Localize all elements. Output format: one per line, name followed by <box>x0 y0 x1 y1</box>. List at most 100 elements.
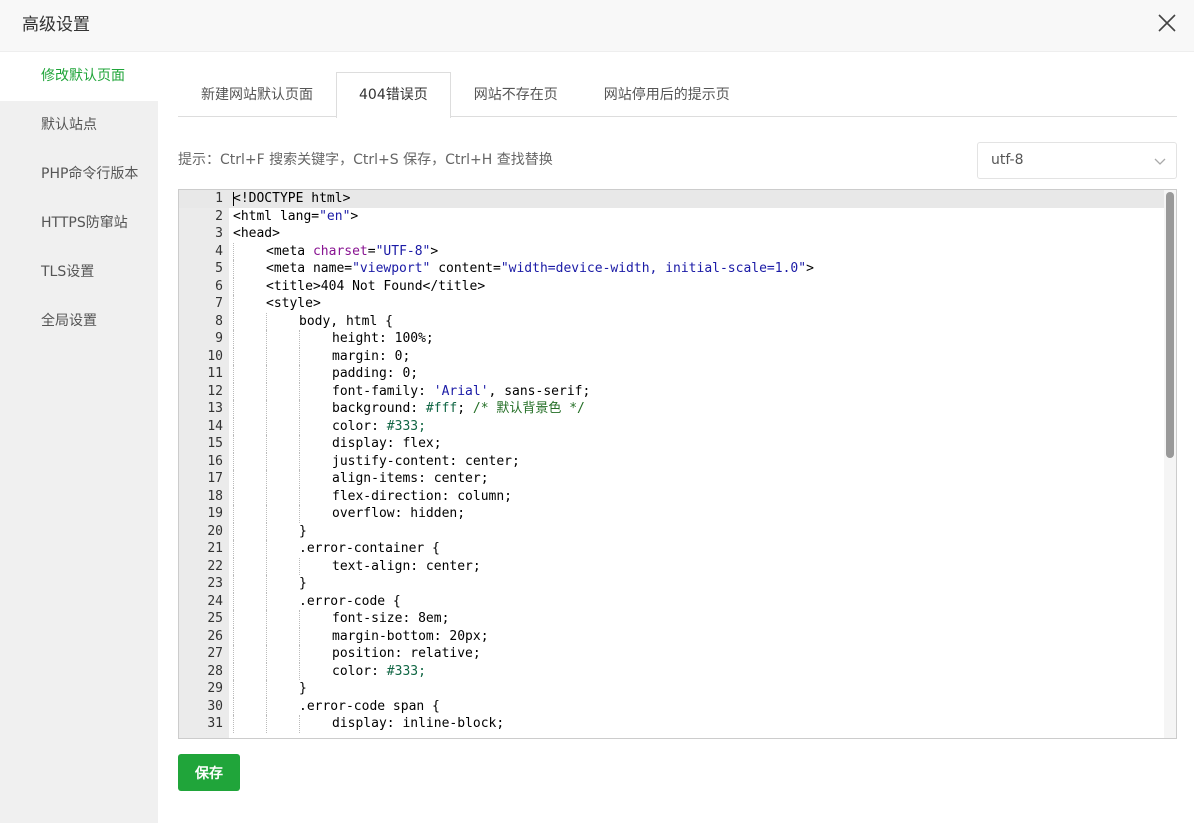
vertical-scrollbar[interactable] <box>1164 190 1176 738</box>
indent-guide <box>233 312 234 330</box>
indent-guide <box>266 312 267 330</box>
code-token: <meta name= <box>266 261 353 276</box>
code-token: > <box>806 261 814 276</box>
line-number: 23 <box>207 576 223 591</box>
code-token: 'Arial' <box>433 383 489 399</box>
indent-guide <box>233 557 234 575</box>
line-number: 9 <box>215 331 223 346</box>
indent-guide <box>266 662 267 680</box>
indent-guide <box>299 645 300 663</box>
indent-guide <box>299 715 300 733</box>
code-token: } <box>299 576 307 591</box>
code-editor[interactable]: 1 <!DOCTYPE html> 2 <html lang="en"> 3 <head>… <box>178 189 1177 739</box>
indent-guide <box>233 400 234 418</box>
line-number: 12 <box>207 383 223 399</box>
close-button[interactable] <box>1156 12 1178 34</box>
code-area[interactable]: 1 <!DOCTYPE html> 2 <html lang="en"> 3 <head>… <box>179 190 1164 738</box>
indent-guide <box>233 592 234 610</box>
sidebar-item-0[interactable]: 修改默认页面 <box>0 52 158 101</box>
code-token: "en" <box>319 208 351 224</box>
code-line: 12 font-family: 'Arial', sans-serif; <box>179 382 1164 400</box>
code-token: = <box>367 243 376 259</box>
code-line: 13 background: #fff; /* 默认背景色 */ <box>179 400 1164 418</box>
code-token: .error-container { <box>299 541 440 556</box>
indent-guide <box>266 610 267 628</box>
code-token: font-size: 8em; <box>332 611 450 626</box>
code-token: margin: 0; <box>332 348 411 364</box>
indent-guide <box>233 610 234 628</box>
code-text: display: flex; <box>332 435 442 453</box>
code-text: background: #fff; /* 默认背景色 */ <box>332 400 585 418</box>
code-token: <title>404 Not Found</title> <box>266 278 486 294</box>
code-text: display: inline-block; <box>332 715 504 733</box>
line-number: 1 <box>215 191 223 206</box>
indent-guide <box>266 557 267 575</box>
sidebar-item-3[interactable]: HTTPS防窜站 <box>0 199 158 248</box>
sidebar-item-2[interactable]: PHP命令行版本 <box>0 150 158 199</box>
code-line: 7 <style> <box>179 295 1164 313</box>
indent-guide <box>233 347 234 365</box>
indent-guide <box>266 715 267 733</box>
tab-1[interactable]: 404错误页 <box>336 72 451 118</box>
encoding-select[interactable]: utf-8 <box>977 142 1177 179</box>
save-button[interactable]: 保存 <box>178 754 240 791</box>
code-line: 10 margin: 0; <box>179 347 1164 366</box>
code-line: 24 .error-code { <box>179 592 1164 610</box>
text-cursor <box>233 192 234 206</box>
code-text: align-items: center; <box>332 470 489 488</box>
line-number: 8 <box>215 313 223 329</box>
code-line: 2 <html lang="en"> <box>179 208 1164 226</box>
indent-guide <box>299 330 300 348</box>
indent-guide <box>266 435 267 453</box>
line-number: 30 <box>207 698 223 714</box>
code-line: 21 .error-container { <box>179 540 1164 558</box>
code-token: charset <box>312 243 368 259</box>
code-text: body, html { <box>299 313 393 331</box>
line-number: 3 <box>215 226 223 241</box>
line-number: 14 <box>207 418 223 434</box>
indent-guide <box>266 487 267 505</box>
indent-guide <box>266 365 267 383</box>
code-line: 6 <title>404 Not Found</title> <box>179 277 1164 295</box>
code-token: "width=device-width, initial-scale=1.0" <box>500 261 807 276</box>
indent-guide <box>266 417 267 435</box>
indent-guide <box>299 417 300 435</box>
indent-guide <box>266 330 267 348</box>
code-text: font-size: 8em; <box>332 610 449 628</box>
dialog-header: 高级设置 <box>0 0 1194 52</box>
indent-guide <box>233 365 234 383</box>
line-number: 24 <box>207 593 223 609</box>
code-line: 8 body, html { <box>179 312 1164 331</box>
code-token: .error-code span { <box>299 698 440 714</box>
line-number: 17 <box>207 471 223 486</box>
scrollbar-thumb[interactable] <box>1166 192 1174 458</box>
code-text: <meta charset="UTF-8"> <box>266 243 438 261</box>
sidebar-item-1[interactable]: 默认站点 <box>0 101 158 150</box>
line-number: 20 <box>207 523 223 539</box>
indent-guide <box>266 400 267 418</box>
line-number: 5 <box>215 261 223 276</box>
line-number: 25 <box>207 611 223 626</box>
code-token: "viewport" <box>352 261 431 276</box>
code-token: display: inline-block; <box>332 716 505 731</box>
code-text: <!DOCTYPE html> <box>233 190 350 208</box>
indent-guide <box>266 540 267 558</box>
code-line: 19 overflow: hidden; <box>179 505 1164 523</box>
code-line: 26 margin-bottom: 20px; <box>179 627 1164 645</box>
code-line: 11 padding: 0; <box>179 365 1164 383</box>
code-token: /* 默认背景色 */ <box>472 401 585 416</box>
sidebar-item-5[interactable]: 全局设置 <box>0 297 158 346</box>
code-text: <head> <box>233 225 280 243</box>
code-token: > <box>430 243 439 259</box>
code-line: 14 color: #333; <box>179 417 1164 435</box>
code-text: <meta name="viewport" content="width=dev… <box>266 260 814 278</box>
indent-guide <box>233 662 234 680</box>
indent-guide <box>233 295 234 313</box>
sidebar-item-4[interactable]: TLS设置 <box>0 248 158 297</box>
tab-2[interactable]: 网站不存在页 <box>451 72 581 117</box>
code-line: 15 display: flex; <box>179 435 1164 453</box>
tab-0[interactable]: 新建网站默认页面 <box>178 72 336 117</box>
tab-3[interactable]: 网站停用后的提示页 <box>581 72 753 117</box>
code-text: margin: 0; <box>332 348 410 366</box>
indent-guide <box>233 277 234 295</box>
